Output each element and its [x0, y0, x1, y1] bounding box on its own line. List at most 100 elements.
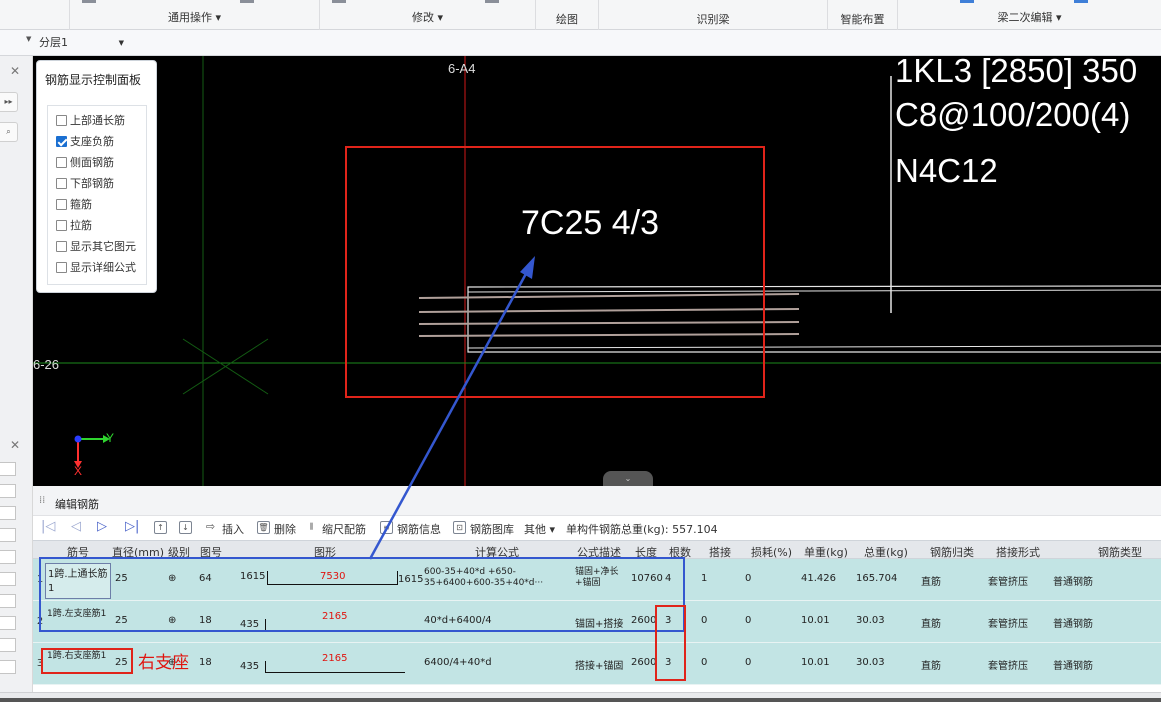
count-cell[interactable]: 3 — [665, 657, 671, 668]
scale-icon[interactable]: ⫼ — [305, 521, 318, 534]
column-header[interactable]: 图号 — [200, 544, 222, 560]
length-cell[interactable]: 10760 — [631, 573, 663, 584]
delete-button[interactable]: 删除 — [274, 521, 296, 537]
lap-type-cell[interactable]: 套管挤压 — [988, 615, 1028, 630]
figure-cell[interactable]: 18 — [199, 657, 212, 668]
search-button[interactable]: ⌕ — [0, 122, 18, 142]
ribbon-group-beam-edit[interactable]: 梁二次编辑 ▾ — [898, 0, 1161, 30]
scale-button[interactable]: 缩尺配筋 — [322, 521, 366, 537]
checkbox-icon[interactable] — [56, 261, 67, 273]
insert-icon[interactable]: ⇨ — [204, 521, 217, 534]
ribbon-group-label[interactable]: 智能布置 — [828, 11, 897, 27]
close-icon[interactable]: ✕ — [10, 64, 20, 78]
length-cell[interactable]: 2600 — [631, 615, 656, 626]
move-down-icon[interactable]: ↓ — [179, 521, 192, 534]
class-cell[interactable]: 直筋 — [921, 573, 941, 588]
list-item[interactable] — [0, 528, 16, 542]
rebar-annotation[interactable]: 7C25 4/3 — [521, 204, 659, 243]
checkbox-top-continuous[interactable]: 上部通长筋 — [56, 112, 125, 128]
beam-label-stirrup[interactable]: C8@100/200(4) — [895, 96, 1130, 134]
checkbox-bottom[interactable]: 下部钢筋 — [56, 175, 114, 191]
figure-cell[interactable]: 64 — [199, 573, 212, 584]
diameter-cell[interactable]: 25 — [115, 615, 128, 626]
rebar-type-cell[interactable]: 普通钢筋 — [1053, 657, 1093, 672]
list-item[interactable] — [0, 484, 16, 498]
length-cell[interactable]: 2600 — [631, 657, 656, 668]
column-header[interactable]: 公式描述 — [577, 544, 621, 560]
ribbon-group-label[interactable]: 通用操作 ▾ — [70, 9, 319, 25]
list-item[interactable] — [0, 616, 16, 630]
rebar-shape[interactable]: 435 2165 — [240, 653, 425, 675]
library-button[interactable]: 钢筋图库 — [470, 521, 514, 537]
ribbon-group-label[interactable]: 识别梁 — [599, 11, 827, 27]
class-cell[interactable]: 直筋 — [921, 657, 941, 672]
list-item[interactable] — [0, 572, 16, 586]
prev-record-icon[interactable]: ◁ — [71, 519, 81, 534]
table-row[interactable]: 1 1跨.上通长筋1 25 ⊕ 64 1615 7530 1615 600-35… — [33, 559, 1161, 601]
column-header[interactable]: 总重(kg) — [864, 544, 908, 560]
grade-cell[interactable]: ⊕ — [168, 615, 176, 626]
diameter-cell[interactable]: 25 — [115, 573, 128, 584]
formula-desc-cell[interactable]: 锚固+搭接 — [575, 615, 623, 630]
unit-weight-cell[interactable]: 41.426 — [801, 573, 836, 584]
layer-select[interactable]: 分层1 ▼ — [36, 33, 128, 53]
checkbox-support-negative[interactable]: 支座负筋 — [56, 133, 114, 149]
chevron-down-icon[interactable]: ▼ — [26, 35, 31, 43]
ribbon-group-smart[interactable]: 智能布置 — [828, 0, 898, 30]
total-weight-cell[interactable]: 30.03 — [856, 657, 885, 668]
rebar-shape[interactable]: 1615 7530 1615 — [240, 565, 425, 587]
grade-cell[interactable]: ⊕ — [168, 573, 176, 584]
checkbox-other-elements[interactable]: 显示其它图元 — [56, 238, 136, 254]
checkbox-checked-icon[interactable] — [56, 135, 67, 147]
close-icon[interactable]: ✕ — [10, 438, 20, 452]
count-cell[interactable]: 3 — [665, 615, 671, 626]
checkbox-stirrup[interactable]: 箍筋 — [56, 196, 92, 212]
list-item[interactable] — [0, 638, 16, 652]
formula-desc-cell[interactable]: 锚固+净长+锚固 — [575, 567, 631, 589]
column-header[interactable]: 筋号 — [67, 544, 89, 560]
column-header[interactable]: 根数 — [669, 544, 691, 560]
formula-cell[interactable]: 600-35+40*d +650-35+6400+600-35+40*d··· — [424, 567, 574, 589]
ribbon-group-label[interactable]: 梁二次编辑 ▾ — [898, 9, 1161, 25]
library-icon[interactable]: ⊡ — [453, 521, 466, 534]
last-record-icon[interactable]: ▷| — [125, 519, 139, 534]
other-menu[interactable]: 其他 ▾ — [524, 521, 555, 537]
checkbox-detail-formula[interactable]: 显示详细公式 — [56, 259, 136, 275]
ribbon-group-draw[interactable]: 绘图 — [536, 0, 599, 30]
rebar-shape[interactable]: 435 2165 — [240, 611, 425, 633]
list-item[interactable] — [0, 550, 16, 564]
column-header[interactable]: 单重(kg) — [804, 544, 848, 560]
rebar-type-cell[interactable]: 普通钢筋 — [1053, 573, 1093, 588]
figure-cell[interactable]: 18 — [199, 615, 212, 626]
ribbon-group-modify[interactable]: 修改 ▾ — [320, 0, 536, 30]
ribbon-group-recognize[interactable]: 识别梁 — [599, 0, 828, 30]
ribbon-group-label[interactable]: 绘图 — [536, 11, 598, 27]
list-item[interactable] — [0, 506, 16, 520]
delete-icon[interactable]: 🗑 — [257, 521, 270, 534]
loss-cell[interactable]: 0 — [745, 573, 751, 584]
checkbox-side[interactable]: 侧面钢筋 — [56, 154, 114, 170]
rebar-name-cell[interactable]: 1跨.右支座筋1 — [47, 651, 109, 662]
column-header[interactable]: 损耗(%) — [751, 544, 792, 560]
column-header[interactable]: 搭接 — [709, 544, 731, 560]
column-header[interactable]: 计算公式 — [475, 544, 519, 560]
first-record-icon[interactable]: |◁ — [41, 519, 55, 534]
total-weight-cell[interactable]: 30.03 — [856, 615, 885, 626]
checkbox-icon[interactable] — [56, 114, 67, 126]
column-header[interactable]: 钢筋归类 — [930, 544, 974, 560]
rebar-name-cell[interactable]: 1跨.左支座筋1 — [47, 609, 109, 620]
column-header[interactable]: 图形 — [314, 544, 336, 560]
rebar-type-cell[interactable]: 普通钢筋 — [1053, 615, 1093, 630]
total-weight-cell[interactable]: 165.704 — [856, 573, 897, 584]
list-item[interactable] — [0, 660, 16, 674]
list-item[interactable] — [0, 462, 16, 476]
formula-cell[interactable]: 6400/4+40*d — [424, 657, 492, 668]
column-header[interactable]: 钢筋类型 — [1098, 544, 1142, 560]
loss-cell[interactable]: 0 — [745, 657, 751, 668]
ribbon-group-label[interactable]: 修改 ▾ — [320, 9, 535, 25]
loss-cell[interactable]: 0 — [745, 615, 751, 626]
table-row[interactable]: 3 1跨.右支座筋1 25 ⊕ 18 435 2165 6400/4+40*d … — [33, 643, 1161, 685]
lap-cell[interactable]: 0 — [701, 657, 707, 668]
lap-cell[interactable]: 0 — [701, 615, 707, 626]
ribbon-group-general[interactable]: 通用操作 ▾ — [70, 0, 320, 30]
